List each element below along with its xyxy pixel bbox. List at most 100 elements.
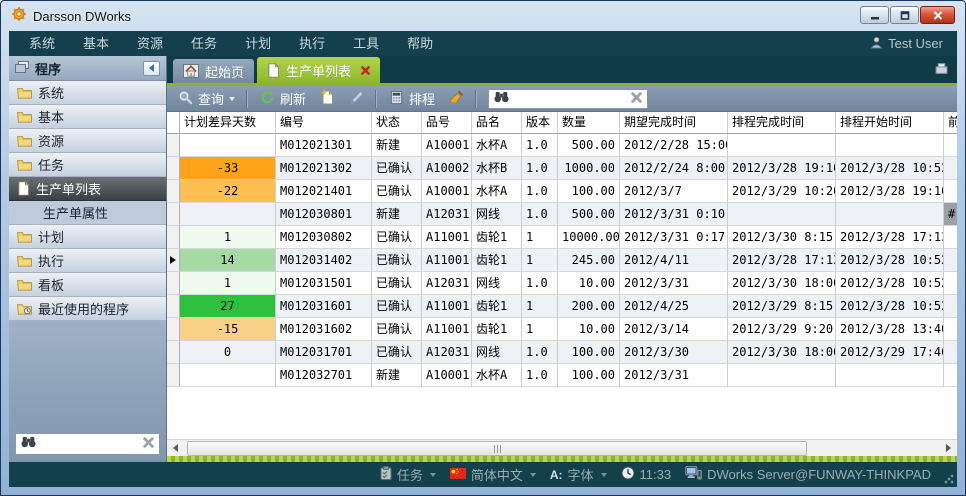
refresh-button[interactable]: 刷新 <box>255 87 311 110</box>
horizontal-scrollbar[interactable] <box>167 439 957 456</box>
table-cell[interactable]: M012031601 <box>276 295 372 318</box>
column-header[interactable]: 状态 <box>372 112 422 134</box>
sidebar-item[interactable]: 资源 <box>9 129 166 153</box>
row-selector[interactable] <box>167 134 180 157</box>
table-cell[interactable]: 2012/3/29 9:20 <box>728 318 836 341</box>
table-cell[interactable]: 10.00 <box>558 272 620 295</box>
table-cell[interactable]: M012030801 <box>276 203 372 226</box>
table-cell[interactable]: 已确认 <box>372 341 422 364</box>
table-cell[interactable]: 网线 <box>472 203 522 226</box>
table-cell[interactable]: M012031701 <box>276 341 372 364</box>
table-cell[interactable]: 1 <box>522 318 558 341</box>
table-cell[interactable]: 1.0 <box>522 180 558 203</box>
table-cell[interactable]: A12031 <box>422 341 472 364</box>
row-selector[interactable] <box>167 364 180 387</box>
table-cell[interactable] <box>944 249 957 272</box>
table-cell[interactable]: 2012/3/31 <box>620 272 728 295</box>
table-cell[interactable]: A12031 <box>422 272 472 295</box>
table-cell[interactable]: 已确认 <box>372 157 422 180</box>
table-cell[interactable]: 1 <box>522 295 558 318</box>
table-cell[interactable]: M012021401 <box>276 180 372 203</box>
table-cell[interactable]: 齿轮1 <box>472 295 522 318</box>
table-cell[interactable]: 1.0 <box>522 134 558 157</box>
table-cell[interactable]: M012031501 <box>276 272 372 295</box>
status-task-menu[interactable]: 任务 <box>380 465 436 484</box>
table-cell[interactable] <box>836 364 944 387</box>
table-cell[interactable]: 14 <box>180 249 276 272</box>
tab-close-icon[interactable] <box>361 66 370 75</box>
table-cell[interactable]: 1 <box>522 226 558 249</box>
table-row[interactable]: 0M012031701已确认A12031网线1.0100.002012/3/30… <box>167 341 957 364</box>
table-cell[interactable] <box>944 272 957 295</box>
row-selector[interactable] <box>167 226 180 249</box>
new-button[interactable] <box>315 87 340 110</box>
table-cell[interactable]: 已确认 <box>372 272 422 295</box>
table-cell[interactable] <box>944 157 957 180</box>
resize-grip[interactable] <box>944 474 954 484</box>
table-cell[interactable]: 2012/3/14 <box>620 318 728 341</box>
column-header[interactable]: 前 <box>944 112 957 134</box>
table-cell[interactable] <box>728 203 836 226</box>
table-cell[interactable]: 2012/3/28 19:10 <box>728 157 836 180</box>
table-cell[interactable]: 0 <box>180 341 276 364</box>
sidebar-item[interactable]: 生产单属性 <box>9 201 166 225</box>
table-cell[interactable]: 2012/3/28 13:40 <box>836 318 944 341</box>
query-dropdown-icon[interactable] <box>229 97 235 101</box>
table-cell[interactable]: M012032701 <box>276 364 372 387</box>
table-cell[interactable]: M012021301 <box>276 134 372 157</box>
edit-button[interactable] <box>344 88 369 110</box>
status-language-menu[interactable]: 简体中文 <box>450 465 536 484</box>
table-cell[interactable]: 500.00 <box>558 134 620 157</box>
table-cell[interactable]: 200.00 <box>558 295 620 318</box>
table-cell[interactable] <box>836 134 944 157</box>
scroll-right-button[interactable] <box>940 440 957 457</box>
table-cell[interactable]: 网线 <box>472 341 522 364</box>
table-cell[interactable] <box>728 364 836 387</box>
table-cell[interactable]: M012030802 <box>276 226 372 249</box>
menu-item[interactable]: 基本 <box>69 31 123 56</box>
table-cell[interactable] <box>944 295 957 318</box>
column-header[interactable]: 计划差异天数 <box>180 112 276 134</box>
table-cell[interactable]: 已确认 <box>372 180 422 203</box>
menu-item[interactable]: 计划 <box>231 31 285 56</box>
table-cell[interactable]: 1.0 <box>522 157 558 180</box>
table-cell[interactable]: 2012/3/29 17:46 <box>836 341 944 364</box>
table-cell[interactable]: 27 <box>180 295 276 318</box>
clear-button[interactable] <box>444 88 469 110</box>
table-cell[interactable] <box>944 318 957 341</box>
table-cell[interactable]: 2012/3/28 10:52 <box>836 249 944 272</box>
table-cell[interactable]: 1 <box>522 249 558 272</box>
table-cell[interactable]: 2012/3/28 17:13 <box>836 226 944 249</box>
table-cell[interactable]: 水杯A <box>472 134 522 157</box>
table-cell[interactable]: 100.00 <box>558 364 620 387</box>
table-cell[interactable]: A10001 <box>422 180 472 203</box>
table-cell[interactable]: 网线 <box>472 272 522 295</box>
sidebar-search-clear-icon[interactable] <box>143 435 154 453</box>
row-selector[interactable] <box>167 203 180 226</box>
table-cell[interactable] <box>180 364 276 387</box>
table-cell[interactable]: 水杯B <box>472 157 522 180</box>
minimize-button[interactable] <box>860 6 889 24</box>
table-row[interactable]: 1M012031501已确认A12031网线1.010.002012/3/312… <box>167 272 957 295</box>
close-button[interactable] <box>920 6 955 24</box>
table-cell[interactable]: 2012/2/24 8:00 <box>620 157 728 180</box>
sidebar-item[interactable]: 任务 <box>9 153 166 177</box>
scroll-left-button[interactable] <box>167 440 184 457</box>
table-cell[interactable] <box>944 341 957 364</box>
table-cell[interactable]: A11001 <box>422 318 472 341</box>
table-cell[interactable]: M012031602 <box>276 318 372 341</box>
sidebar-item[interactable]: 系统 <box>9 81 166 105</box>
table-cell[interactable]: 1.0 <box>522 203 558 226</box>
table-cell[interactable]: 2012/3/29 8:15 <box>728 295 836 318</box>
user-indicator[interactable]: Test User <box>870 36 951 52</box>
table-cell[interactable]: 2012/3/28 10:52 <box>836 157 944 180</box>
table-cell[interactable] <box>944 226 957 249</box>
sidebar-search-input[interactable] <box>41 437 138 451</box>
table-cell[interactable]: 100.00 <box>558 180 620 203</box>
table-cell[interactable]: 2012/3/31 0:17 <box>620 226 728 249</box>
table-cell[interactable]: 2012/3/29 10:20 <box>728 180 836 203</box>
row-selector[interactable] <box>167 295 180 318</box>
table-cell[interactable]: 已确认 <box>372 295 422 318</box>
menu-item[interactable]: 工具 <box>339 31 393 56</box>
table-cell[interactable]: 齿轮1 <box>472 249 522 272</box>
